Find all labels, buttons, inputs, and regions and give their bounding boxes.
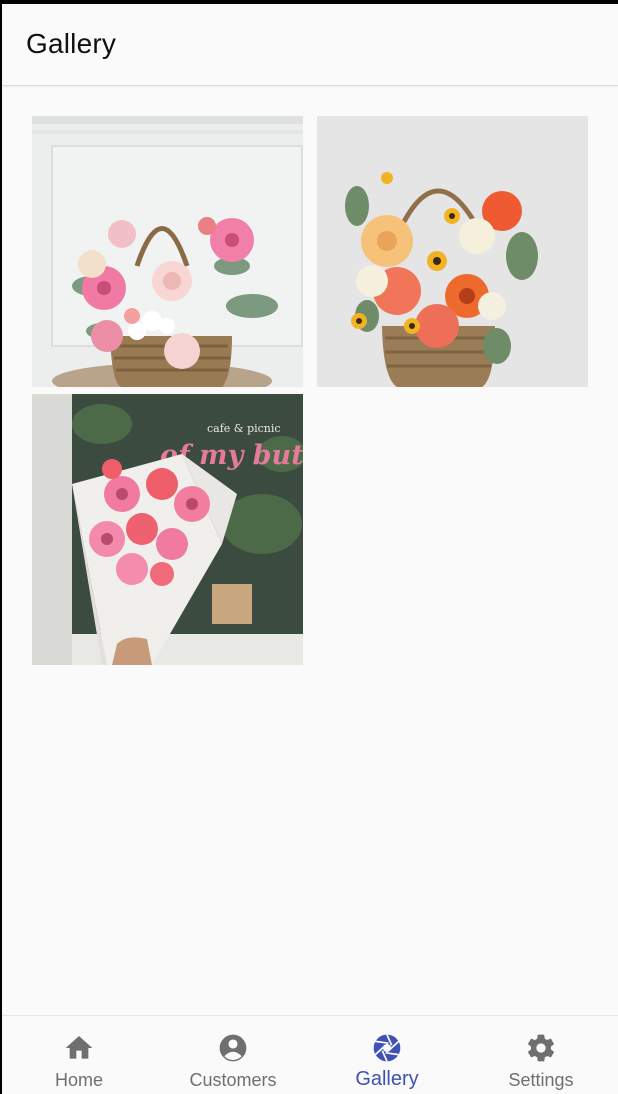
flower-basket-pink-image [32,116,303,387]
gallery-screen: Gallery cafe & picnic of my but Home Cus… [2,4,618,1094]
nav-customers-label: Customers [189,1070,277,1090]
gallery-image-2[interactable] [317,116,588,387]
camera-shutter-icon [373,1034,401,1062]
home-icon [65,1036,93,1059]
flower-basket-orange-image [317,116,588,387]
app-bar: Gallery [2,4,618,86]
nav-settings-label: Settings [508,1070,574,1090]
nav-customers[interactable]: Customers [156,1016,310,1094]
account-circle-icon [219,1034,247,1062]
flower-bouquet-cafe-image: cafe & picnic of my butter [32,394,303,665]
nav-settings[interactable]: Settings [464,1016,618,1094]
gear-icon [528,1034,554,1062]
page-title: Gallery [26,28,117,59]
bottom-navigation: Home Customers Gallery Settings [2,1015,618,1094]
cafe-sign-small-text: cafe & picnic [207,422,281,435]
nav-home-label: Home [54,1070,103,1090]
nav-home[interactable]: Home [2,1016,156,1094]
gallery-image-1[interactable] [32,116,303,387]
nav-gallery[interactable]: Gallery [310,1016,464,1094]
gallery-image-3[interactable]: cafe & picnic of my butter [32,394,303,665]
nav-gallery-label: Gallery [355,1068,419,1090]
